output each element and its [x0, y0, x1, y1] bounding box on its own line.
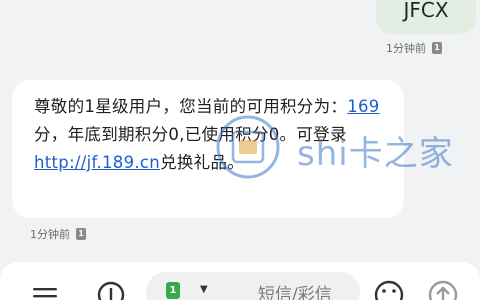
add-icon[interactable]	[96, 270, 126, 300]
sim-card-icon: 1	[432, 42, 442, 54]
outgoing-message-bubble[interactable]: JFCX	[376, 0, 476, 34]
sim-selector-icon[interactable]: 1	[166, 282, 180, 299]
sim-card-icon: 1	[76, 228, 86, 240]
message-text: 尊敬的1星级用户，您当前的可用积分为：	[34, 97, 348, 116]
url-link[interactable]: http://jf.189.cn	[34, 153, 160, 172]
outgoing-message-text: JFCX	[403, 0, 449, 22]
message-time: 1分钟前	[30, 228, 70, 241]
send-icon[interactable]	[426, 270, 460, 300]
message-time: 1分钟前	[386, 42, 426, 55]
message-text: 分，年底到期积分0,已使用积分0。可登录	[34, 125, 347, 144]
chevron-down-icon[interactable]: ▼	[200, 284, 208, 295]
message-input-placeholder: 短信/彩信	[258, 285, 332, 300]
points-link[interactable]: 169	[347, 97, 379, 116]
incoming-message-meta: 1分钟前 1	[30, 226, 86, 242]
emoji-icon[interactable]	[372, 270, 406, 300]
message-text: 兑换礼品。	[160, 153, 245, 172]
incoming-message-bubble[interactable]: 尊敬的1星级用户，您当前的可用积分为：169分，年底到期积分0,已使用积分0。可…	[12, 80, 404, 218]
outgoing-message-meta: 1分钟前 1	[386, 40, 442, 56]
menu-icon[interactable]	[30, 270, 60, 300]
